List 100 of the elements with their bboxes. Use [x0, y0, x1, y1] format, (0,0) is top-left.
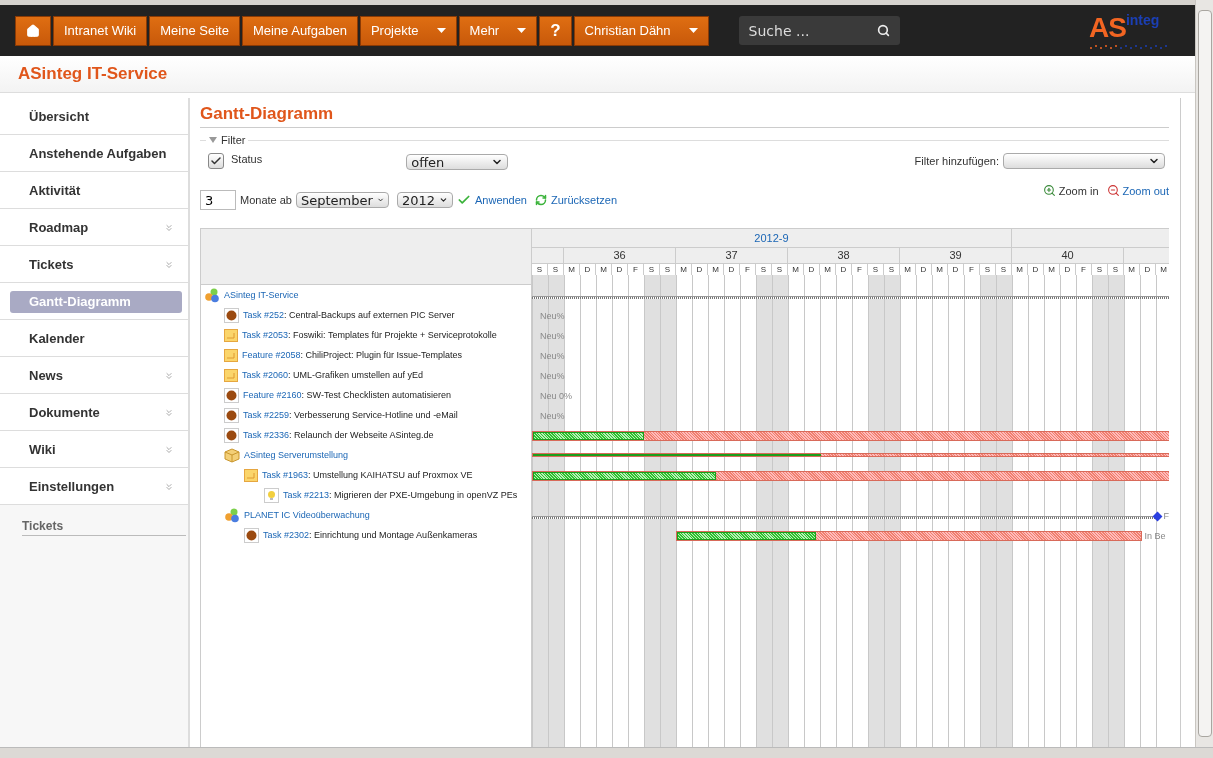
sidebar-item[interactable]: Tickets [29, 257, 74, 272]
note-icon [224, 348, 238, 362]
home-button[interactable] [15, 15, 51, 46]
collapse-icon[interactable] [209, 137, 217, 143]
day-header: M [708, 263, 724, 275]
expand-icon[interactable] [164, 481, 174, 492]
week-header: 36 [564, 247, 676, 263]
menu-item[interactable]: Meine Aufgaben [241, 15, 358, 46]
day-header: M [596, 263, 612, 275]
issue-link[interactable]: Feature #2058 [242, 350, 301, 360]
status-circle-icon [224, 387, 239, 403]
day-header: D [836, 263, 852, 275]
day-header: D [724, 263, 740, 275]
sidebar-item[interactable]: Wiki [29, 442, 56, 457]
sidebar-item[interactable]: Aktivität [29, 183, 81, 198]
sidebar-item[interactable]: Roadmap [29, 220, 89, 235]
status-label: Neu 0% [540, 391, 573, 401]
zoom-out-icon[interactable] [1106, 184, 1120, 197]
bulb-icon [264, 487, 279, 503]
help-button[interactable]: ? [539, 15, 572, 46]
day-header: F [964, 263, 980, 275]
check-icon[interactable] [457, 193, 471, 207]
sidebar-item[interactable]: Einstellungen [29, 479, 115, 494]
filter-label: Status [231, 152, 263, 165]
week-header: 39 [900, 247, 1012, 263]
menu-item[interactable]: Projekte [359, 15, 457, 46]
year-select[interactable]: 2012 [397, 192, 453, 208]
project-link[interactable]: PLANET IC Videoüberwachung [244, 510, 370, 520]
menu-item[interactable]: Mehr [458, 15, 538, 46]
months-label: Monate ab [240, 194, 292, 206]
filter-label: Filter hinzufügen: [914, 154, 999, 167]
filter-legend: Filter [221, 134, 246, 146]
sidebar-item[interactable]: Kalender [29, 331, 85, 346]
issue-link[interactable]: Feature #2160 [243, 390, 302, 400]
issue-subject: Task #2259: Verbesserung Service-Hotline und -eMail [243, 410, 458, 420]
issue-subject: Task #2053: Foswiki: Templates für Projekte + Serviceprotokolle [242, 330, 497, 340]
day-header: S [660, 263, 676, 275]
project-link[interactable]: ASinteg IT-Service [224, 290, 299, 300]
zoom-out-link[interactable]: Zoom out [1122, 184, 1169, 197]
version-link[interactable]: ASinteg Serverumstellung [244, 450, 349, 460]
menu-item[interactable]: Meine Seite [149, 15, 240, 46]
day-header: M [788, 263, 804, 275]
day-header: D [804, 263, 820, 275]
day-header: D [580, 263, 596, 275]
day-header: S [980, 263, 996, 275]
issue-subject: Task #2060: UML-Grafiken umstellen auf yEd [242, 370, 424, 380]
day-header: M [1044, 263, 1060, 275]
expand-icon[interactable] [164, 444, 174, 455]
add-filter-select[interactable] [1003, 152, 1165, 169]
day-header: D [1060, 263, 1076, 275]
reset-link[interactable]: Zurücksetzen [551, 194, 617, 206]
status-select[interactable]: offen [406, 154, 509, 170]
sidebar-item[interactable]: Übersicht [29, 109, 89, 124]
day-header: D [1140, 263, 1156, 275]
expand-icon[interactable] [164, 370, 174, 381]
day-header: M [1156, 263, 1169, 275]
status-label: Neu% [540, 351, 565, 361]
search-icon[interactable] [876, 24, 890, 37]
day-header: F [628, 263, 644, 275]
day-header: F [852, 263, 868, 275]
day-header: S [772, 263, 788, 275]
scrollbar[interactable] [1195, 0, 1213, 747]
status-label: F [1163, 511, 1169, 521]
menu-item[interactable]: Intranet Wiki [53, 15, 148, 46]
expand-icon[interactable] [164, 222, 174, 233]
month-header: 2012-9 [532, 228, 1012, 247]
status-checkbox[interactable] [208, 152, 224, 169]
day-header: S [1108, 263, 1124, 275]
menu-item[interactable]: Christian Dähn [573, 15, 709, 46]
months-input[interactable]: 3 [200, 190, 236, 210]
issue-subject: Feature #2058: ChiliProject: Plugin für Issue-Templates [242, 350, 463, 360]
day-header: S [532, 263, 548, 275]
home-icon [26, 23, 40, 38]
expand-icon[interactable] [164, 259, 174, 270]
search-field[interactable]: Suche ... [738, 16, 900, 45]
refresh-icon[interactable] [535, 194, 547, 206]
issue-subject: Task #2213: Migrieren der PXE-Umgebung in openVZ PEs [283, 490, 518, 500]
day-header: S [756, 263, 772, 275]
day-header: D [916, 263, 932, 275]
day-header: M [564, 263, 580, 275]
sidebar-item[interactable]: News [29, 368, 63, 383]
apply-link[interactable]: Anwenden [475, 194, 527, 206]
sidebar-item[interactable]: Dokumente [29, 405, 100, 420]
status-label: Neu% [540, 411, 565, 421]
check-icon [210, 154, 222, 167]
expand-icon[interactable] [164, 407, 174, 418]
week-header: 38 [788, 247, 900, 263]
project-icon [224, 507, 240, 523]
day-header: D [612, 263, 628, 275]
issue-subject: Feature #2160: SW-Test Checklisten automatisieren [243, 390, 451, 400]
issue-subject: Task #1963: Umstellung KAIHATSU auf Proxmox VE [262, 470, 473, 480]
package-icon [224, 447, 240, 463]
project-icon [204, 287, 220, 303]
project-title: ASinteg IT-Service [18, 64, 168, 84]
month-select[interactable]: September [296, 192, 389, 208]
day-header: S [644, 263, 660, 275]
day-header: S [1092, 263, 1108, 275]
status-label: In Be [1144, 531, 1166, 541]
day-header: M [1012, 263, 1028, 275]
status-circle-icon [224, 407, 239, 423]
